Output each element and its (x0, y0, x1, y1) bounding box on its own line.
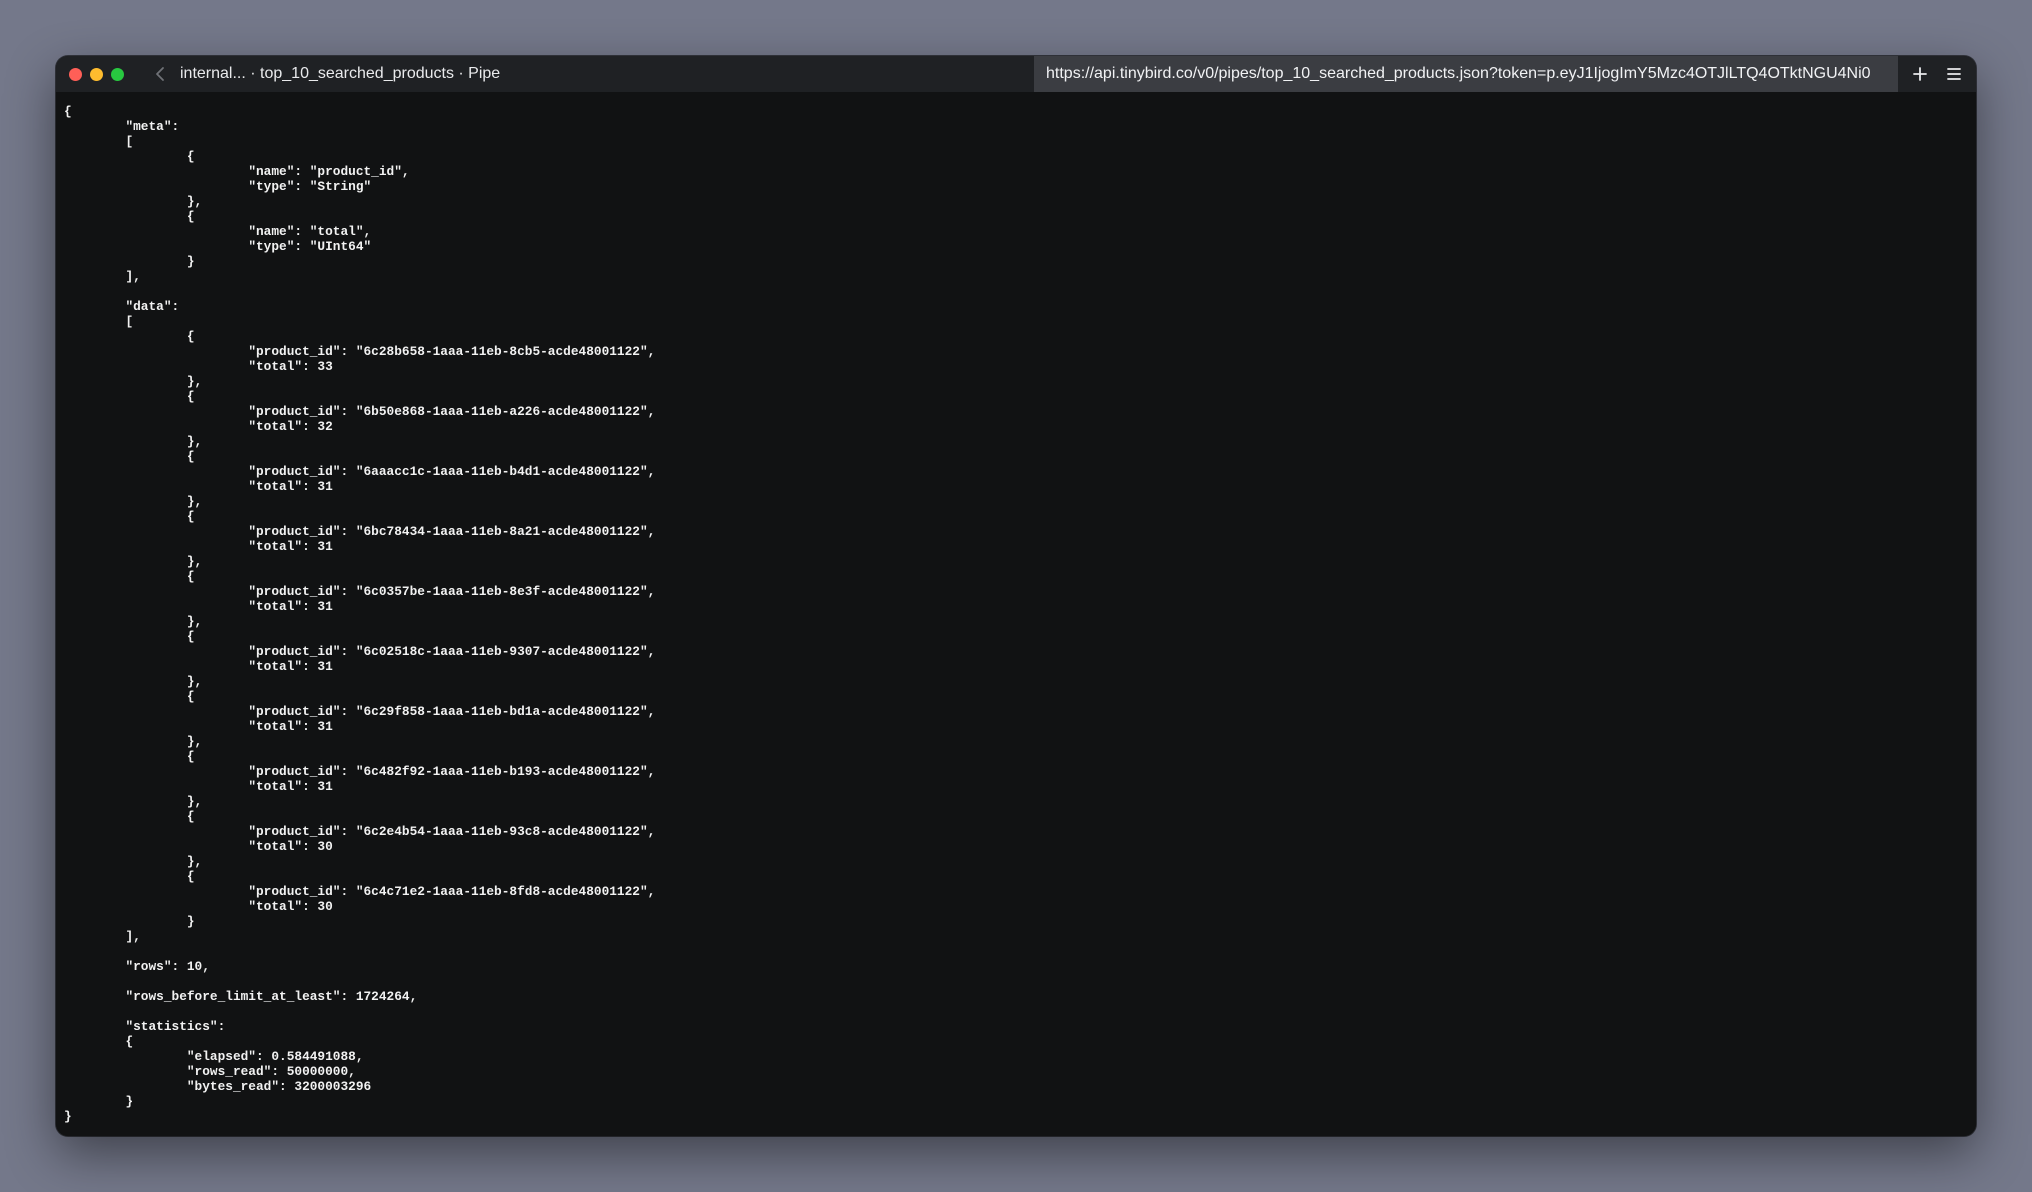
plus-icon (1913, 67, 1927, 81)
page-title: internal... · top_10_searched_products ·… (180, 65, 501, 82)
window-controls (69, 67, 132, 81)
back-button[interactable] (144, 58, 176, 90)
hamburger-menu-icon (1947, 68, 1961, 80)
minimize-window-button[interactable] (90, 67, 103, 81)
browser-window: internal... · top_10_searched_products ·… (56, 56, 1976, 1136)
new-tab-button[interactable] (1902, 56, 1938, 92)
close-window-button[interactable] (69, 67, 82, 81)
maximize-window-button[interactable] (111, 67, 124, 81)
address-bar[interactable]: https://api.tinybird.co/v0/pipes/top_10_… (1034, 56, 1898, 92)
json-response-body: { "meta": [ { "name": "product_id", "typ… (64, 104, 656, 1124)
menu-button[interactable] (1936, 56, 1972, 92)
page-content: { "meta": [ { "name": "product_id", "typ… (56, 92, 1976, 1136)
chevron-left-icon (156, 67, 164, 81)
